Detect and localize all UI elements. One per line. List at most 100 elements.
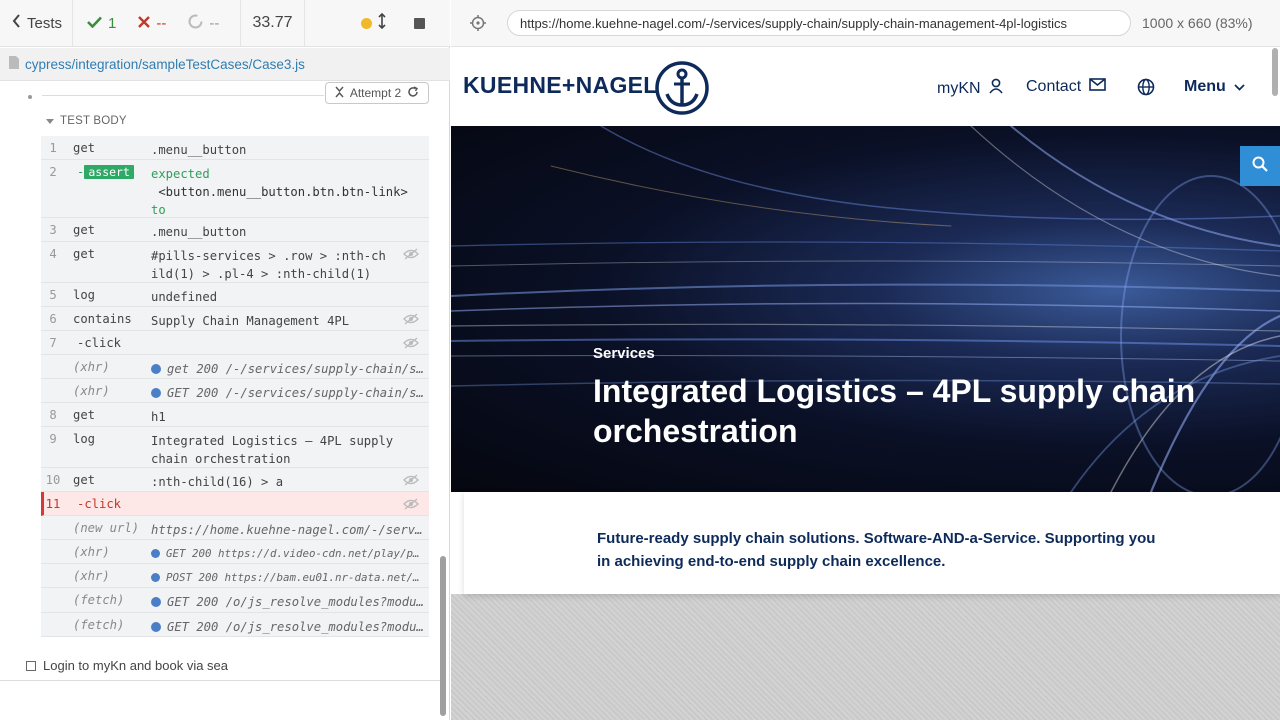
command-message: https://home.kuehne-nagel.com/-/services… — [151, 523, 425, 537]
command-number: 3 — [49, 223, 57, 237]
intro-card: Future-ready supply chain solutions. Sof… — [464, 492, 1280, 594]
anchor-logo-icon — [654, 60, 710, 121]
command-message: Integrated Logistics – 4PL supply chain … — [151, 434, 394, 466]
auto-scroll-toggle[interactable] — [361, 12, 386, 33]
x-icon — [138, 15, 151, 32]
status-dot-icon — [151, 364, 161, 374]
command-number: 9 — [49, 432, 57, 446]
nav-mykn[interactable]: myKN — [937, 78, 1003, 99]
spec-path-link[interactable]: cypress/integration/sampleTestCases/Case… — [25, 57, 305, 72]
command-message: .menu__button — [151, 225, 247, 239]
command-row[interactable]: 9 log Integrated Logistics – 4PL supply … — [41, 427, 429, 468]
command-row[interactable]: 1 get .menu__button — [41, 136, 429, 160]
test-stats: 1 -- -- — [73, 0, 241, 47]
command-name: get — [73, 408, 96, 422]
next-test-label: Login to myKn and book via sea — [43, 658, 229, 673]
command-message: Supply Chain Management 4PL — [151, 314, 350, 328]
language-selector[interactable] — [1137, 78, 1155, 101]
command-row[interactable]: 7 -click — [41, 331, 429, 355]
site-navbar: KUEHNE+NAGEL myKN Contact Menu — [451, 48, 1280, 126]
command-name: (xhr) — [73, 384, 110, 398]
status-dot-icon — [151, 597, 161, 607]
command-message: GET 200 /o/js_resolve_modules?modules — [151, 618, 425, 636]
search-button[interactable] — [1240, 146, 1280, 186]
command-name: log — [73, 288, 96, 302]
command-row[interactable]: 3 get .menu__button — [41, 218, 429, 242]
tests-back-button[interactable]: Tests — [0, 0, 73, 47]
globe-icon — [1137, 78, 1155, 101]
aut-header: https://home.kuehne-nagel.com/-/services… — [451, 0, 1280, 47]
test-body-toggle[interactable]: TEST BODY — [46, 115, 127, 127]
command-name: get — [73, 141, 96, 155]
command-name: -click — [77, 336, 122, 350]
pending-count: -- — [209, 14, 220, 32]
run-controls — [305, 0, 450, 47]
attempt-button[interactable]: Attempt 2 — [325, 82, 429, 104]
command-number: 11 — [45, 497, 61, 511]
search-icon — [1252, 156, 1268, 177]
command-row-xhr[interactable]: (xhr) GET 200 /-/services/supply-chain/s… — [41, 379, 429, 403]
command-number: 6 — [49, 312, 57, 326]
assert-expected: expected — [151, 167, 210, 181]
command-row-fetch[interactable]: (fetch) GET 200 /o/js_resolve_modules?mo… — [41, 588, 429, 613]
command-message: :nth-child(16) > a — [151, 475, 284, 489]
menu-button[interactable]: Menu — [1184, 78, 1245, 96]
scroll-arrows-icon — [378, 12, 386, 33]
stop-icon[interactable] — [414, 17, 425, 29]
command-log-scrollbar[interactable] — [440, 556, 446, 716]
command-row[interactable]: 10 get :nth-child(16) > a — [41, 468, 429, 492]
aut-url-field[interactable]: https://home.kuehne-nagel.com/-/services… — [507, 10, 1131, 36]
command-row-xhr[interactable]: (xhr) GET 200 https://d.video-cdn.net/pl… — [41, 540, 429, 564]
command-row[interactable]: 8 get h1 — [41, 403, 429, 427]
command-row-xhr[interactable]: (xhr) get 200 /-/services/supply-chain/s… — [41, 355, 429, 379]
aut-iframe: KUEHNE+NAGEL myKN Contact Menu Services … — [451, 48, 1280, 720]
user-icon — [988, 78, 1003, 99]
failed-count: -- — [156, 14, 167, 32]
command-row-failed[interactable]: 11 -click — [41, 492, 429, 516]
command-row[interactable]: 2 - assert expected <button.menu__button.… — [41, 160, 429, 235]
hero-kicker: Services — [593, 345, 655, 362]
command-name: (xhr) — [73, 545, 110, 559]
command-row-new-url[interactable]: (new url) https://home.kuehne-nagel.com/… — [41, 516, 429, 540]
divider — [0, 680, 440, 681]
eye-slash-icon — [403, 498, 419, 513]
collapse-icon — [335, 86, 344, 101]
website: KUEHNE+NAGEL myKN Contact Menu Services … — [451, 48, 1280, 594]
command-name: (fetch) — [73, 618, 125, 632]
command-row[interactable]: 5 log undefined — [41, 283, 429, 307]
eye-slash-icon — [403, 248, 419, 263]
command-name: get — [73, 473, 96, 487]
passed-stat: 1 — [87, 15, 116, 32]
command-message: undefined — [151, 290, 218, 304]
failed-stat: -- — [138, 15, 166, 32]
command-number: 4 — [49, 247, 57, 261]
command-message: .menu__button — [151, 143, 247, 157]
page-title: Integrated Logistics – 4PL supply chain … — [593, 373, 1196, 449]
nav-contact[interactable]: Contact — [1026, 78, 1106, 96]
next-test-item[interactable]: Login to myKn and book via sea — [26, 658, 228, 673]
command-row-fetch[interactable]: (fetch) GET 200 /o/js_resolve_modules?mo… — [41, 613, 429, 637]
viewport-size: 1000 x 660 — [1142, 15, 1212, 31]
selector-playground-icon[interactable] — [470, 15, 486, 36]
spinner-icon — [188, 14, 203, 33]
kn-logo[interactable]: KUEHNE+NAGEL — [463, 72, 658, 99]
assert-to: to — [151, 203, 166, 217]
intro-text: Future-ready supply chain solutions. Sof… — [597, 530, 1156, 570]
file-icon — [9, 56, 19, 72]
command-name: -click — [77, 497, 122, 511]
test-bullet — [28, 95, 32, 99]
retry-icon — [407, 85, 419, 101]
command-row-xhr[interactable]: (xhr) POST 200 https://bam.eu01.nr-data.… — [41, 564, 429, 588]
command-row[interactable]: 4 get #pills-services > .row > :nth-chil… — [41, 242, 429, 283]
command-message: #pills-services > .row > :nth-child(1) >… — [151, 249, 386, 281]
eye-slash-icon — [403, 474, 419, 489]
tests-label: Tests — [27, 14, 63, 32]
page-scrollbar[interactable] — [1272, 48, 1278, 96]
mail-icon — [1089, 78, 1106, 96]
command-message: GET 200 /-/services/supply-chain/supply-… — [151, 384, 425, 402]
attempt-label: Attempt 2 — [349, 86, 402, 100]
chevron-down-icon — [1234, 78, 1245, 96]
command-row[interactable]: 6 contains Supply Chain Management 4PL — [41, 307, 429, 331]
command-message: h1 — [151, 410, 166, 424]
runner-header: Tests 1 -- -- 33.77 — [0, 0, 450, 47]
